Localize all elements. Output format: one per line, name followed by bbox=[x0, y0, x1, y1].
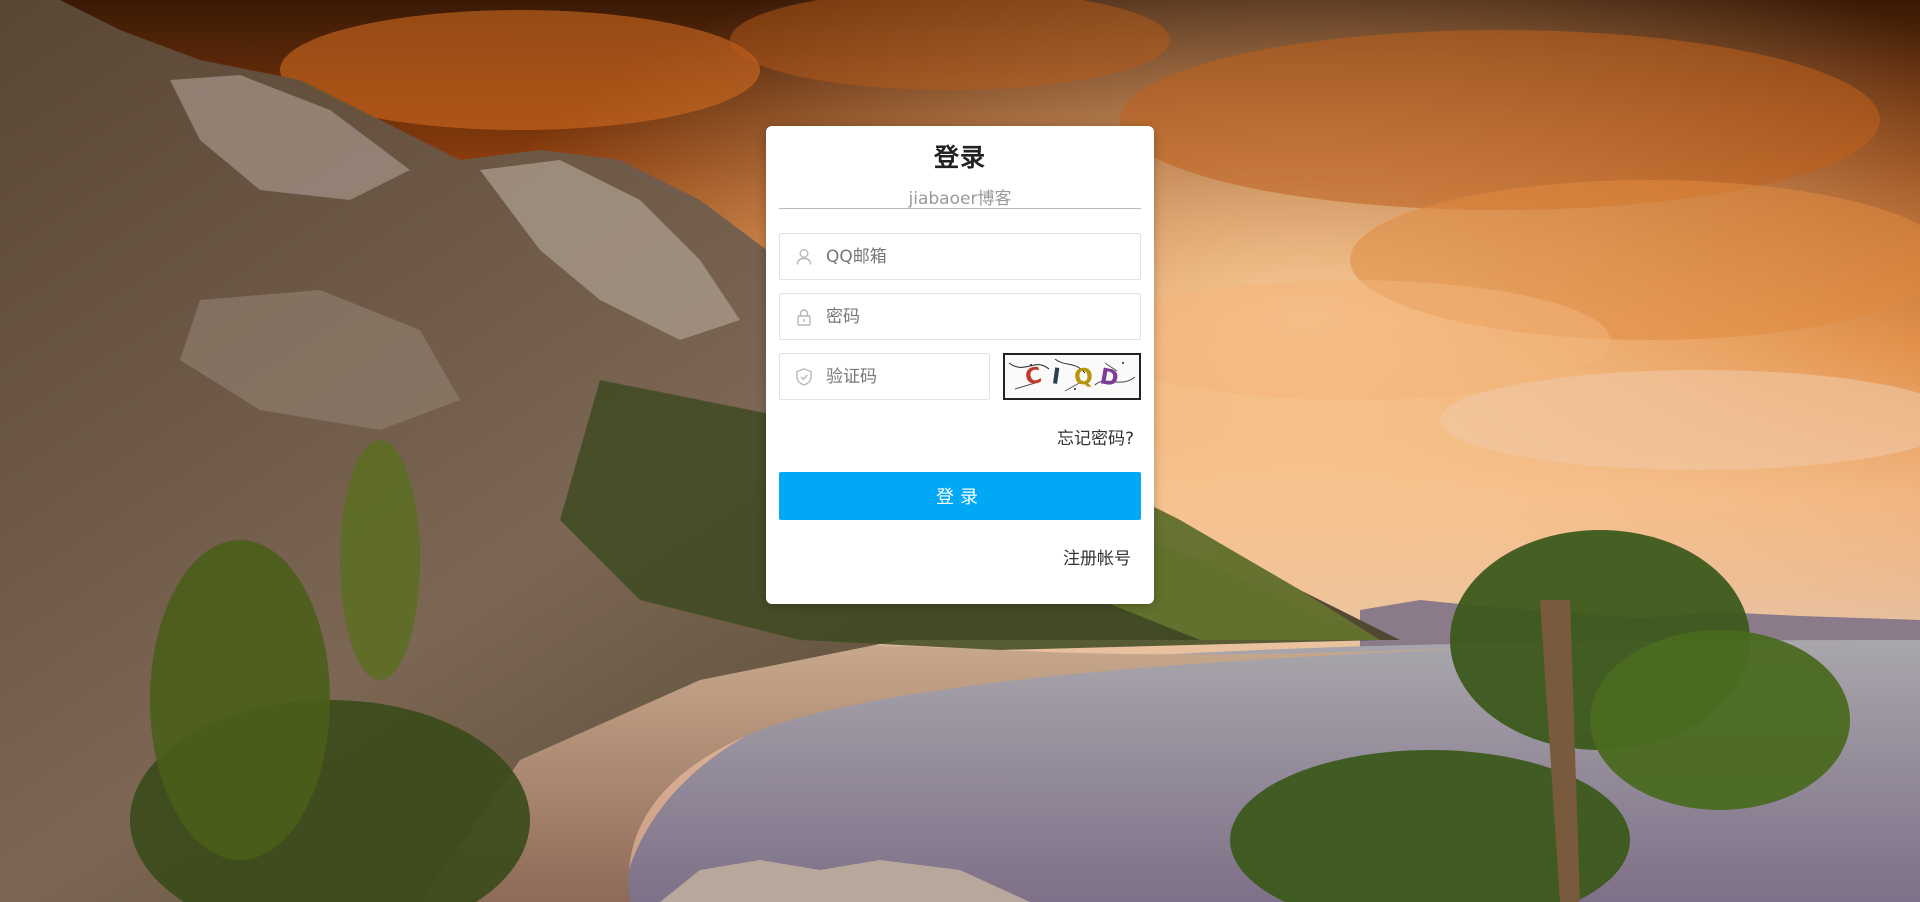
email-input[interactable] bbox=[826, 234, 1130, 279]
password-input[interactable] bbox=[826, 294, 1130, 339]
lock-icon bbox=[794, 307, 814, 327]
password-field-wrapper bbox=[779, 293, 1141, 340]
user-icon bbox=[794, 247, 814, 267]
shield-check-icon bbox=[794, 367, 814, 387]
forgot-password-link[interactable]: 忘记密码? bbox=[1057, 424, 1134, 449]
captcha-field-wrapper bbox=[779, 353, 990, 400]
register-link[interactable]: 注册帐号 bbox=[1063, 544, 1131, 569]
email-field-wrapper bbox=[779, 233, 1141, 280]
login-card: 登录 jiabaoer博客 QQ邮箱 验证码 C I Q D 忘记密码? 登录 … bbox=[766, 126, 1154, 604]
title-divider bbox=[779, 208, 1141, 209]
blog-subtitle: jiabaoer博客 bbox=[908, 189, 1012, 209]
captcha-input[interactable] bbox=[826, 354, 979, 399]
login-button[interactable]: 登录 bbox=[779, 472, 1141, 520]
login-title: 登录 bbox=[933, 143, 986, 172]
captcha-image[interactable]: CIQD bbox=[1003, 353, 1141, 400]
captcha-char: Q bbox=[1073, 364, 1094, 391]
